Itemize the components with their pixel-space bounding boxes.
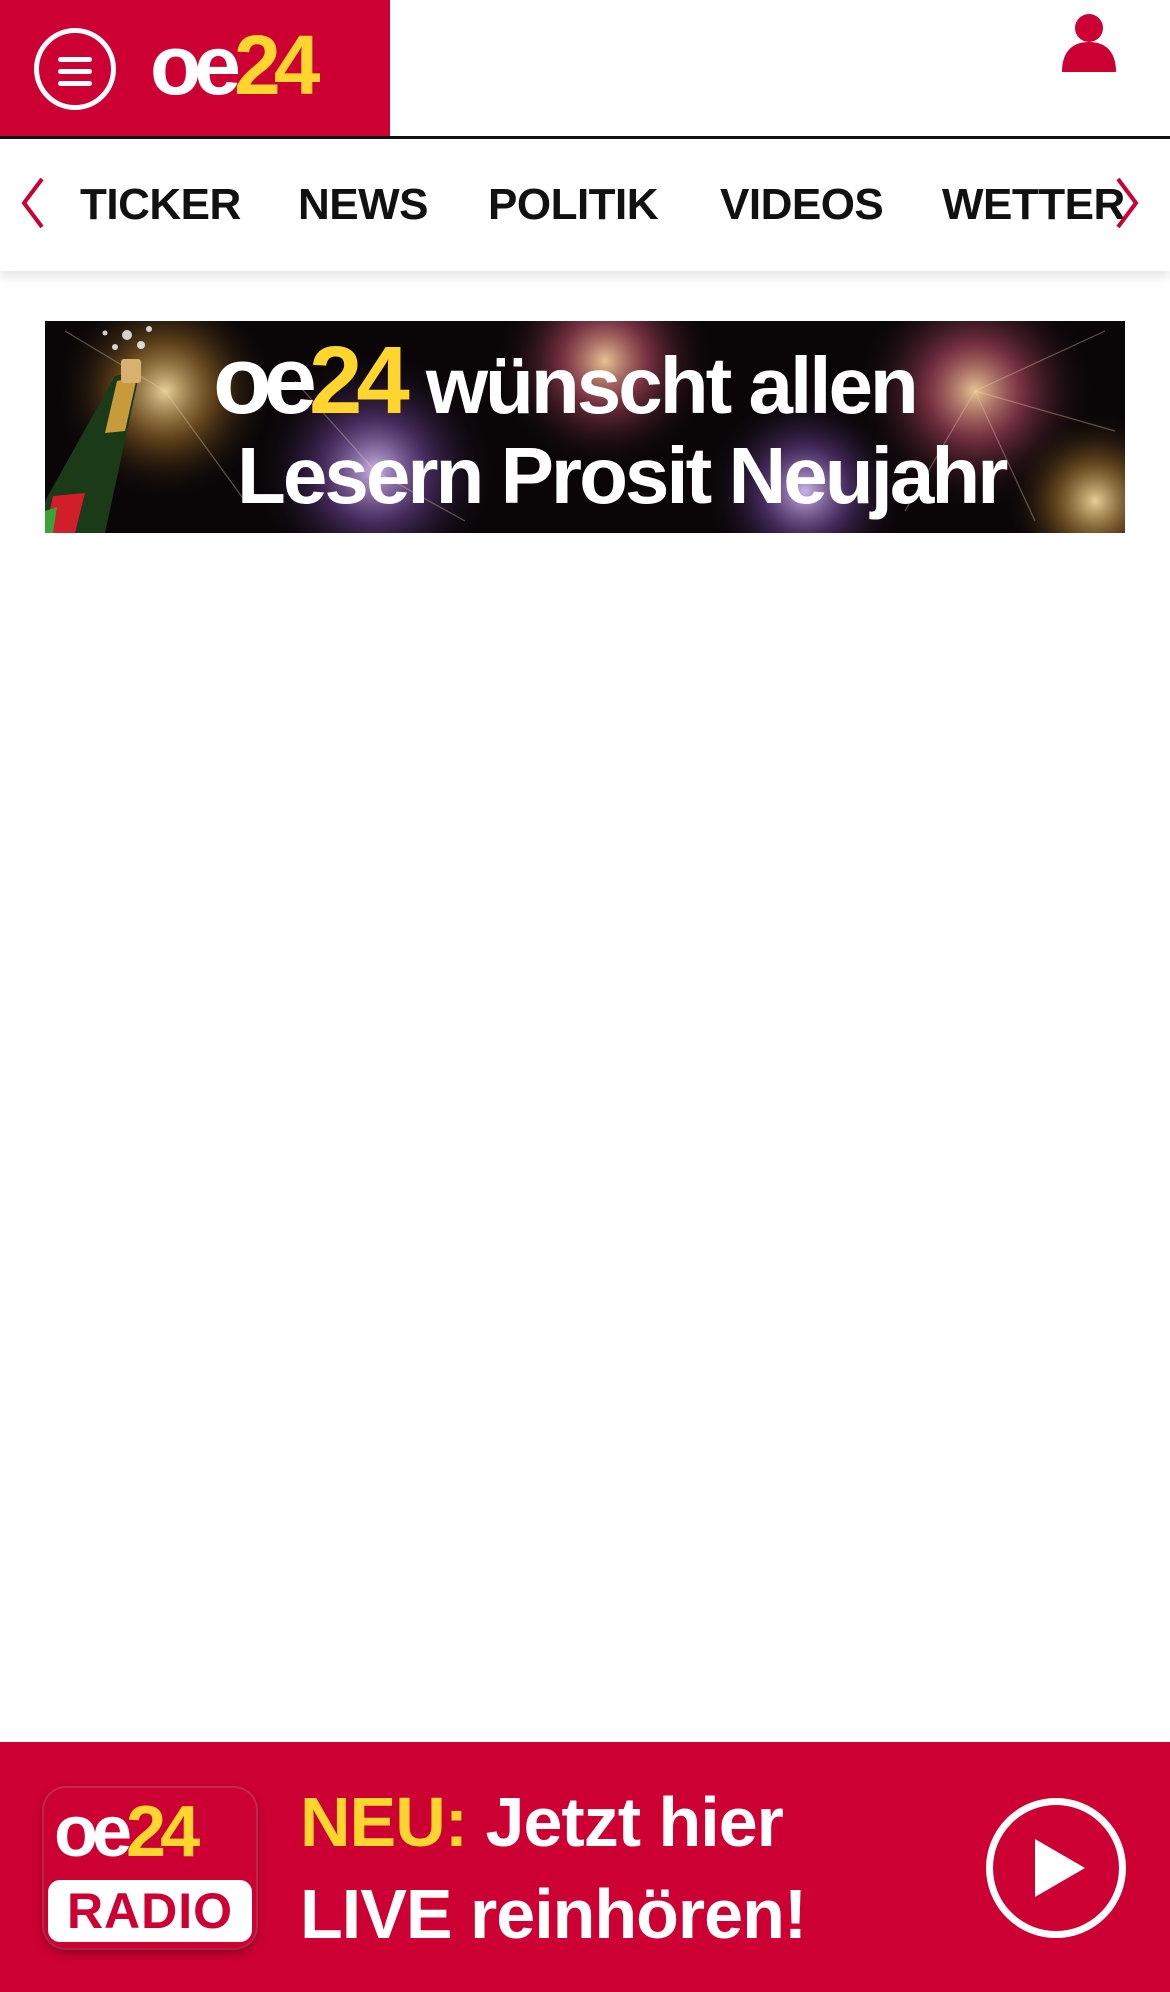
nav-item-videos[interactable]: VIDEOS bbox=[720, 179, 884, 231]
category-nav: TICKER NEWS POLITIK VIDEOS WETTER bbox=[0, 139, 1170, 271]
radio-logo-wordmark: oe24 bbox=[54, 1792, 200, 1872]
play-icon[interactable] bbox=[986, 1798, 1126, 1938]
nav-item-news[interactable]: NEWS bbox=[298, 179, 429, 231]
radio-logo-24: 24 bbox=[126, 1792, 200, 1872]
user-icon[interactable] bbox=[1060, 12, 1118, 72]
site-logo[interactable]: oe24 bbox=[150, 18, 321, 112]
radio-promo-line2: LIVE reinhören! bbox=[300, 1875, 807, 1953]
banner-text-line1: wünscht allen bbox=[425, 341, 919, 430]
logo-24: 24 bbox=[234, 18, 320, 112]
logo-oe: oe bbox=[150, 18, 241, 112]
radio-logo-label: RADIO bbox=[48, 1880, 252, 1942]
banner-logo-oe: oe bbox=[213, 327, 317, 434]
radio-logo-oe: oe bbox=[54, 1792, 132, 1872]
nav-item-wetter[interactable]: WETTER bbox=[942, 179, 1125, 231]
chevron-left-icon[interactable] bbox=[18, 175, 46, 231]
banner-logo-24: 24 bbox=[309, 327, 410, 434]
radio-logo: oe24 RADIO bbox=[44, 1788, 256, 1948]
chevron-right-icon[interactable] bbox=[1114, 175, 1142, 231]
radio-promo-line1: NEU: Jetzt hier bbox=[300, 1776, 800, 1868]
radio-promo-bar[interactable]: oe24 RADIO NEU: Jetzt hier LIVE reinhöre… bbox=[0, 1742, 1170, 1992]
nav-item-politik[interactable]: POLITIK bbox=[488, 179, 659, 231]
hamburger-menu-icon[interactable] bbox=[34, 28, 116, 110]
new-year-banner[interactable]: oe24 wünscht allen Lesern Prosit Neujahr bbox=[45, 321, 1125, 533]
radio-promo-line1-rest: Jetzt hier bbox=[467, 1783, 784, 1861]
nav-item-ticker[interactable]: TICKER bbox=[80, 179, 241, 231]
banner-headline-line1: oe24 wünscht allen bbox=[213, 331, 919, 431]
banner-text-line2: Lesern Prosit Neujahr bbox=[237, 431, 1008, 520]
site-header: oe24 bbox=[0, 0, 1170, 139]
brand-block: oe24 bbox=[0, 0, 390, 136]
radio-promo-text: NEU: Jetzt hier LIVE reinhören! bbox=[300, 1776, 807, 1960]
radio-promo-accent: NEU: bbox=[300, 1783, 468, 1861]
